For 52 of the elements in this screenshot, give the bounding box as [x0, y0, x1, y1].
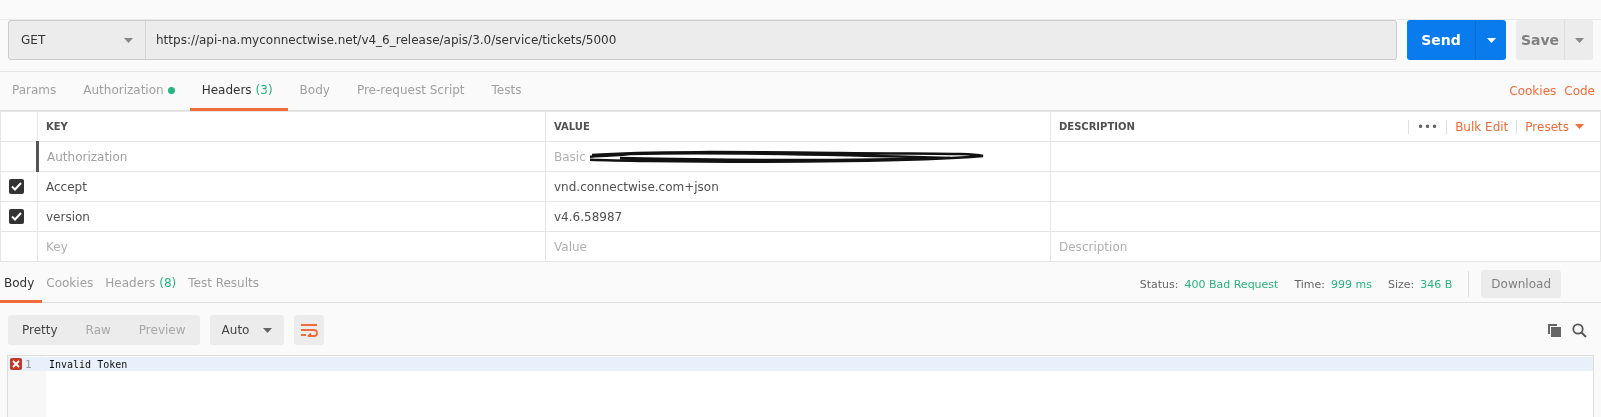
table-cell: Basic	[554, 149, 586, 164]
wrap-lines-button[interactable]	[294, 315, 325, 345]
caret-icon	[1575, 124, 1584, 129]
link[interactable]: Cookies	[1509, 84, 1557, 98]
method-dropdown[interactable]: GET	[9, 21, 146, 59]
view-mode-button[interactable]: Pretty	[8, 315, 72, 345]
request-tab[interactable]: Tests	[479, 72, 537, 111]
copy-icon[interactable]	[1547, 322, 1562, 338]
response-tab[interactable]: Body	[0, 266, 43, 303]
request-tab[interactable]: Body	[287, 72, 345, 111]
request-tab[interactable]: Pre-request Script	[344, 72, 480, 111]
view-mode-button[interactable]: Raw	[71, 315, 125, 345]
response-tab[interactable]: Cookies	[42, 266, 102, 303]
bulk-edit-link[interactable]: Bulk Edit	[1446, 119, 1517, 134]
column-header: VALUE	[545, 111, 1051, 142]
table-cell: vnd.connectwise.com+json	[554, 179, 719, 194]
url-field[interactable]: https://api-na.myconnectwise.net/v4_6_release/apis/3.0/service/tickets/5000	[146, 21, 1396, 59]
request-tab[interactable]: Authorization	[71, 72, 190, 111]
value-field[interactable]: Value	[545, 231, 1051, 262]
checkbox[interactable]	[9, 179, 24, 194]
more-button[interactable]: •••	[1407, 119, 1447, 134]
table-cell: Authorization	[37, 141, 546, 172]
presets-dropdown[interactable]: Presets	[1516, 119, 1592, 134]
code-line: Invalid Token	[49, 358, 128, 370]
table-cell: version	[37, 201, 546, 232]
line-number: 1	[25, 357, 32, 371]
checkbox[interactable]	[9, 209, 24, 224]
search-icon[interactable]	[1572, 322, 1587, 338]
size-value: 346 B	[1420, 277, 1453, 291]
table-cell: v4.6.58987	[554, 209, 623, 224]
size-label: Size:	[1388, 277, 1415, 291]
description-field[interactable]: Description	[1050, 231, 1601, 262]
view-mode-button[interactable]: Preview	[124, 315, 200, 345]
caret-icon	[1486, 37, 1496, 43]
time-label: Time:	[1294, 277, 1326, 291]
request-tab[interactable]: Params	[0, 72, 72, 111]
caret-icon	[263, 327, 273, 333]
column-header: KEY	[37, 111, 546, 142]
format-dropdown[interactable]: Auto	[209, 315, 285, 345]
caret-icon	[124, 37, 133, 43]
response-tab[interactable]: Headers (8)	[101, 266, 185, 303]
wrap-icon	[300, 323, 319, 337]
link[interactable]: Code	[1564, 84, 1595, 98]
status-label: Status:	[1139, 277, 1179, 291]
response-tab[interactable]: Test Results	[184, 266, 267, 303]
table-cell: Accept	[37, 171, 546, 202]
status-value: 400 Bad Request	[1184, 277, 1279, 291]
time-value: 999 ms	[1331, 277, 1372, 291]
key-field[interactable]: Key	[37, 231, 546, 262]
download-button[interactable]: Download	[1481, 270, 1561, 298]
column-header: DESCRIPTION	[1059, 121, 1135, 132]
caret-icon	[1574, 37, 1584, 43]
